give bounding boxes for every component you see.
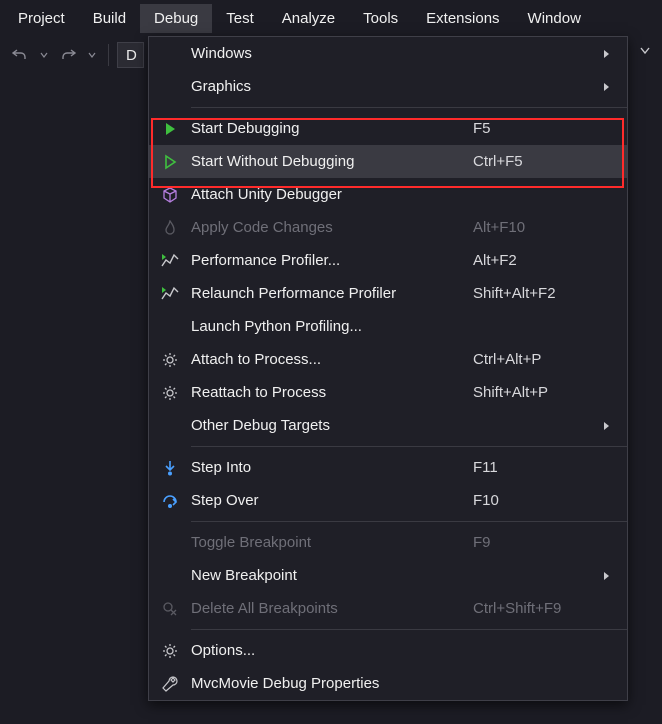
menu-item-other-debug-targets[interactable]: Other Debug Targets — [149, 409, 627, 442]
menu-item-new-breakpoint[interactable]: New Breakpoint — [149, 559, 627, 592]
menu-item-label: Other Debug Targets — [191, 417, 473, 434]
menu-separator — [191, 446, 627, 447]
toolbar-separator — [108, 44, 109, 66]
menu-item-label: Launch Python Profiling... — [191, 318, 473, 335]
menu-item-shortcut: Alt+F10 — [473, 219, 603, 236]
menu-item-windows[interactable]: Windows — [149, 37, 627, 70]
menu-item-label: New Breakpoint — [191, 567, 473, 584]
menu-item-label: MvcMovie Debug Properties — [191, 675, 473, 692]
menu-item-toggle-breakpoint: Toggle BreakpointF9 — [149, 526, 627, 559]
perf-profiler-icon — [149, 253, 191, 269]
menubar-item-analyze[interactable]: Analyze — [268, 4, 349, 33]
menubar-item-build[interactable]: Build — [79, 4, 140, 33]
menu-item-launch-python-profiling[interactable]: Launch Python Profiling... — [149, 310, 627, 343]
gear-icon — [149, 643, 191, 659]
play-outline-icon — [149, 154, 191, 170]
menu-item-shortcut: Ctrl+Alt+P — [473, 351, 603, 368]
menu-item-shortcut: F10 — [473, 492, 603, 509]
wrench-icon — [149, 676, 191, 692]
submenu-arrow-icon — [603, 49, 615, 59]
perf-relaunch-icon — [149, 286, 191, 302]
unity-cube-icon — [149, 187, 191, 203]
menu-separator — [191, 629, 627, 630]
submenu-arrow-icon — [603, 82, 615, 92]
menu-item-step-into[interactable]: Step IntoF11 — [149, 451, 627, 484]
menu-item-label: Apply Code Changes — [191, 219, 473, 236]
menu-item-label: Start Debugging — [191, 120, 473, 137]
menu-item-performance-profiler[interactable]: Performance Profiler...Alt+F2 — [149, 244, 627, 277]
menu-item-label: Attach to Process... — [191, 351, 473, 368]
menu-item-shortcut: Shift+Alt+P — [473, 384, 603, 401]
menu-item-label: Delete All Breakpoints — [191, 600, 473, 617]
menu-item-label: Start Without Debugging — [191, 153, 473, 170]
menu-item-shortcut: Shift+Alt+F2 — [473, 285, 603, 302]
config-combo[interactable]: D — [117, 42, 144, 68]
delete-bp-dim-icon — [149, 601, 191, 617]
overflow-dropdown[interactable] — [640, 42, 650, 58]
flame-dim-icon — [149, 220, 191, 236]
menu-item-label: Step Into — [191, 459, 473, 476]
menu-item-delete-all-breakpoints: Delete All BreakpointsCtrl+Shift+F9 — [149, 592, 627, 625]
menu-item-mvcmovie-debug-properties[interactable]: MvcMovie Debug Properties — [149, 667, 627, 700]
submenu-arrow-icon — [603, 571, 615, 581]
gear-attach-icon — [149, 352, 191, 368]
submenu-arrow-icon — [603, 421, 615, 431]
menu-item-shortcut: F5 — [473, 120, 603, 137]
menu-item-label: Performance Profiler... — [191, 252, 473, 269]
menu-item-label: Reattach to Process — [191, 384, 473, 401]
menu-item-graphics[interactable]: Graphics — [149, 70, 627, 103]
step-into-icon — [149, 460, 191, 476]
menu-item-label: Windows — [191, 45, 473, 62]
redo-button[interactable] — [56, 43, 80, 67]
menu-item-label: Toggle Breakpoint — [191, 534, 473, 551]
menu-item-shortcut: F9 — [473, 534, 603, 551]
menu-item-apply-code-changes: Apply Code ChangesAlt+F10 — [149, 211, 627, 244]
menu-item-options[interactable]: Options... — [149, 634, 627, 667]
menubar-item-window[interactable]: Window — [514, 4, 595, 33]
play-green-icon — [149, 121, 191, 137]
menu-item-label: Graphics — [191, 78, 473, 95]
menu-separator — [191, 107, 627, 108]
menubar: ProjectBuildDebugTestAnalyzeToolsExtensi… — [0, 0, 662, 36]
gear-reattach-icon — [149, 385, 191, 401]
menu-item-label: Relaunch Performance Profiler — [191, 285, 473, 302]
menubar-item-extensions[interactable]: Extensions — [412, 4, 513, 33]
menu-separator — [191, 521, 627, 522]
redo-dropdown-icon[interactable] — [84, 43, 100, 67]
menu-item-label: Attach Unity Debugger — [191, 186, 473, 203]
menubar-item-test[interactable]: Test — [212, 4, 268, 33]
menu-item-reattach-to-process[interactable]: Reattach to ProcessShift+Alt+P — [149, 376, 627, 409]
menu-item-step-over[interactable]: Step OverF10 — [149, 484, 627, 517]
menu-item-shortcut: F11 — [473, 459, 603, 476]
undo-button[interactable] — [8, 43, 32, 67]
menubar-item-debug[interactable]: Debug — [140, 4, 212, 33]
menu-item-attach-unity-debugger[interactable]: Attach Unity Debugger — [149, 178, 627, 211]
menubar-item-tools[interactable]: Tools — [349, 4, 412, 33]
menu-item-relaunch-performance-profiler[interactable]: Relaunch Performance ProfilerShift+Alt+F… — [149, 277, 627, 310]
menu-item-attach-to-process[interactable]: Attach to Process...Ctrl+Alt+P — [149, 343, 627, 376]
menu-item-start-debugging[interactable]: Start DebuggingF5 — [149, 112, 627, 145]
menu-item-shortcut: Alt+F2 — [473, 252, 603, 269]
menu-item-shortcut: Ctrl+F5 — [473, 153, 603, 170]
menu-item-shortcut: Ctrl+Shift+F9 — [473, 600, 603, 617]
debug-menu-dropdown: WindowsGraphicsStart DebuggingF5Start Wi… — [148, 36, 628, 701]
undo-dropdown-icon[interactable] — [36, 43, 52, 67]
menu-item-start-without-debugging[interactable]: Start Without DebuggingCtrl+F5 — [149, 145, 627, 178]
step-over-icon — [149, 493, 191, 509]
menubar-item-project[interactable]: Project — [4, 4, 79, 33]
menu-item-label: Options... — [191, 642, 473, 659]
config-combo-text: D — [126, 47, 137, 64]
menu-item-label: Step Over — [191, 492, 473, 509]
